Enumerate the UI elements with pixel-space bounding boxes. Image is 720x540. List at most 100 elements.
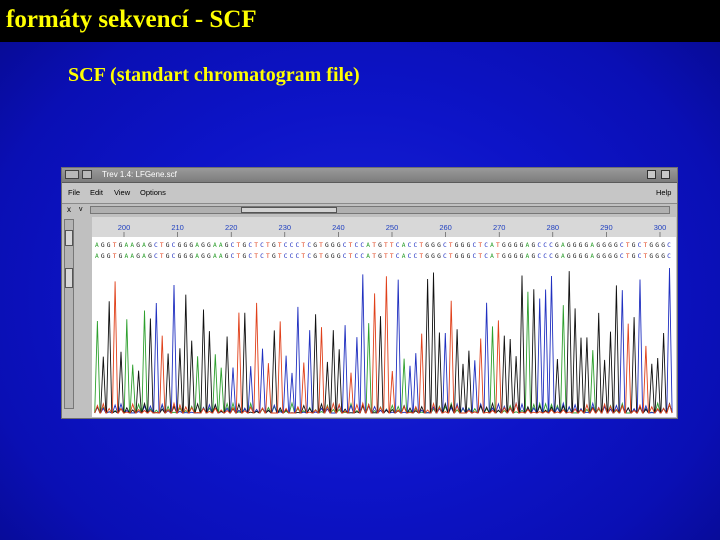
zoom-x-label[interactable]: x — [67, 204, 71, 216]
base-call-1: G — [573, 242, 577, 249]
base-call-1: G — [514, 242, 518, 249]
base-call-1: T — [478, 242, 482, 249]
base-call-1: A — [219, 242, 223, 249]
base-call-1: G — [655, 242, 659, 249]
window-titlebar: Trev 1.4: LFGene.scf — [62, 168, 677, 183]
vertical-scroll-thumb[interactable] — [65, 230, 73, 246]
base-call-1: C — [343, 242, 347, 249]
base-call-2: G — [148, 253, 152, 260]
base-call-2: C — [396, 253, 400, 260]
chromatogram-svg: 200 210 220 230 240 250 260 270 280 290 300 AGGTGA… — [92, 217, 676, 414]
base-call-2: G — [514, 253, 518, 260]
toolbar: x v — [62, 204, 677, 216]
base-call-1: C — [408, 242, 412, 249]
chromatogram-panel: 200 210 220 230 240 250 260 270 280 290 300 AGGTGA… — [92, 217, 676, 417]
base-call-1: T — [626, 242, 630, 249]
base-call-2: G — [337, 253, 341, 260]
minimize-icon[interactable] — [647, 170, 656, 179]
base-call-1: T — [372, 242, 376, 249]
ruler-tick-label: 220 — [225, 223, 238, 232]
ruler-tick-label: 210 — [171, 223, 184, 232]
base-call-1: G — [437, 242, 441, 249]
base-call-1: G — [272, 242, 276, 249]
base-call-1: C — [355, 242, 359, 249]
base-call-2: G — [136, 253, 140, 260]
base-call-2: C — [154, 253, 158, 260]
base-call-2: A — [142, 253, 146, 260]
base-call-2: C — [284, 253, 288, 260]
ruler-tick-label: 250 — [386, 223, 399, 232]
base-call-1: G — [602, 242, 606, 249]
base-call-1: G — [508, 242, 512, 249]
base-call-2: G — [467, 253, 471, 260]
base-call-1: T — [266, 242, 270, 249]
base-call-1: C — [620, 242, 624, 249]
base-call-1: C — [248, 242, 252, 249]
base-call-2: T — [301, 253, 305, 260]
base-call-2: G — [101, 253, 105, 260]
base-call-1: G — [242, 242, 246, 249]
base-call-1: T — [319, 242, 323, 249]
ruler-tick-label: 200 — [118, 223, 131, 232]
base-call-1: G — [166, 242, 170, 249]
base-call-1: C — [472, 242, 476, 249]
vertical-scroll-thumb-2[interactable] — [65, 268, 73, 288]
base-call-1: C — [667, 242, 671, 249]
base-call-2: A — [402, 253, 406, 260]
base-call-1: C — [549, 242, 553, 249]
base-call-1: G — [431, 242, 435, 249]
ruler-tick-label: 300 — [654, 223, 667, 232]
base-call-2: A — [124, 253, 128, 260]
menu-edit[interactable]: Edit — [90, 188, 103, 198]
base-call-2: G — [508, 253, 512, 260]
base-call-2: T — [390, 253, 394, 260]
base-call-2: A — [490, 253, 494, 260]
base-call-1: C — [543, 242, 547, 249]
base-call-1: G — [467, 242, 471, 249]
window-shade-icon[interactable] — [82, 170, 92, 179]
base-call-2: T — [278, 253, 282, 260]
menu-help[interactable]: Help — [656, 188, 671, 198]
base-call-2: C — [638, 253, 642, 260]
window-menu-icon[interactable] — [65, 170, 79, 179]
base-call-1: A — [130, 242, 134, 249]
base-call-2: G — [455, 253, 459, 260]
base-call-2: G — [502, 253, 506, 260]
base-call-2: A — [95, 253, 99, 260]
base-call-2: G — [655, 253, 659, 260]
horizontal-scroll-thumb[interactable] — [241, 207, 337, 213]
base-call-2: T — [349, 253, 353, 260]
base-call-2: G — [608, 253, 612, 260]
base-call-2: T — [626, 253, 630, 260]
left-panel — [62, 217, 92, 417]
vertical-scrollbar[interactable] — [64, 219, 74, 409]
base-call-2: T — [478, 253, 482, 260]
base-call-1: G — [531, 242, 535, 249]
menu-options[interactable]: Options — [140, 188, 166, 198]
base-call-2: G — [425, 253, 429, 260]
horizontal-scrollbar[interactable] — [90, 206, 670, 214]
close-icon[interactable] — [661, 170, 670, 179]
base-call-1: A — [95, 242, 99, 249]
base-call-2: A — [366, 253, 370, 260]
base-call-2: G — [632, 253, 636, 260]
base-call-1: C — [638, 242, 642, 249]
base-call-2: G — [207, 253, 211, 260]
menubar: File Edit View Options Help — [62, 183, 677, 204]
base-call-2: T — [644, 253, 648, 260]
base-call-2: G — [579, 253, 583, 260]
base-call-2: C — [307, 253, 311, 260]
base-call-1: A — [526, 242, 530, 249]
base-call-2: A — [213, 253, 217, 260]
base-call-2: C — [231, 253, 235, 260]
base-call-2: T — [160, 253, 164, 260]
base-call-1: A — [366, 242, 370, 249]
zoom-v-label[interactable]: v — [79, 204, 83, 216]
menu-view[interactable]: View — [114, 188, 130, 198]
menu-file[interactable]: File — [68, 188, 80, 198]
base-call-1: A — [490, 242, 494, 249]
base-call-2: C — [248, 253, 252, 260]
base-call-1: G — [178, 242, 182, 249]
base-call-1: A — [124, 242, 128, 249]
base-call-1: A — [142, 242, 146, 249]
